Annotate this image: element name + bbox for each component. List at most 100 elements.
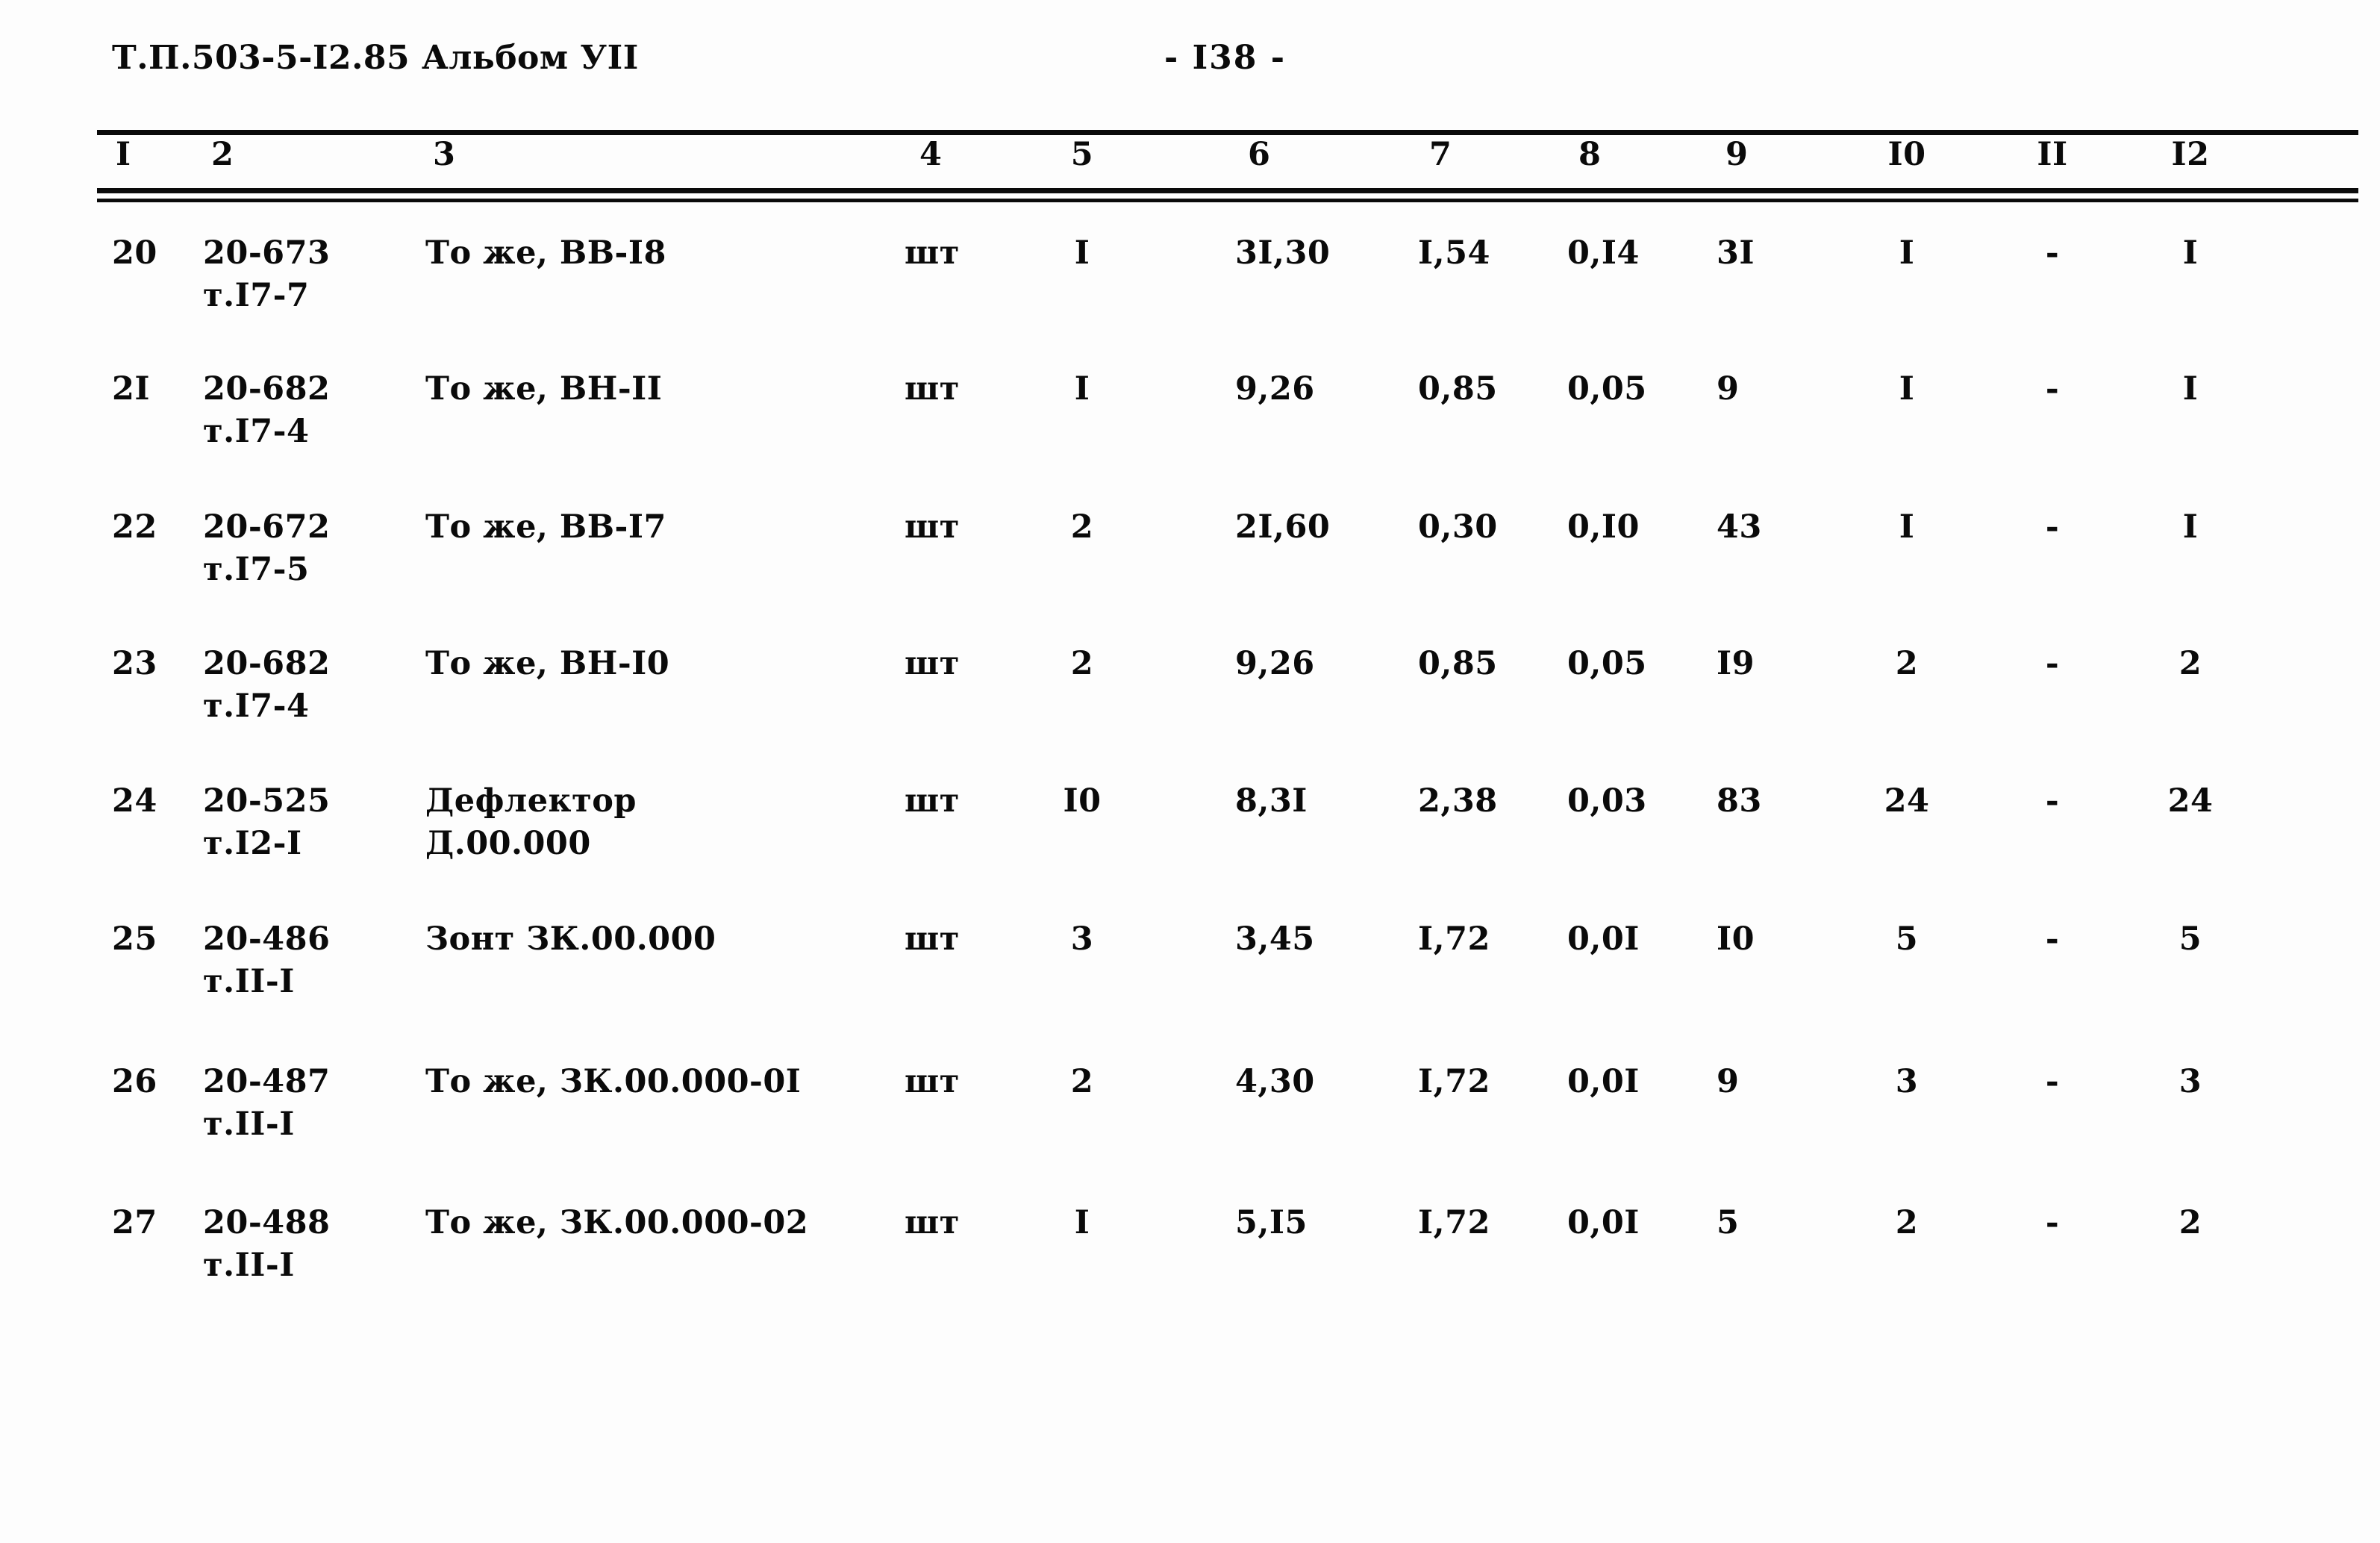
table-row: 2I 20-682 т.I7-4 То же, ВН-II шт I 9,26 0…	[0, 373, 2380, 463]
row-col10: 24	[1884, 782, 1930, 820]
row-col8: 0,03	[1567, 782, 1647, 820]
row-name-line1: То же, ВВ-I7	[425, 508, 666, 546]
row-unit: шт	[905, 1204, 960, 1241]
row-col9: 3I	[1717, 234, 1755, 272]
row-name: То же, ВВ-I8	[425, 237, 888, 280]
row-col11: -	[2045, 920, 2060, 958]
row-col12: I	[2182, 234, 2199, 272]
row-code: 20-525 т.I2-I	[203, 785, 390, 860]
row-col7: I,72	[1418, 1063, 1490, 1100]
row-col8: 0,05	[1567, 645, 1647, 682]
row-col11: -	[2045, 1204, 2060, 1241]
row-name-line1: То же, ВН-I0	[425, 645, 670, 682]
row-code-line1: 20-682	[203, 370, 331, 408]
row-col8: 0,05	[1567, 370, 1647, 408]
row-col10: I	[1899, 370, 1915, 408]
row-qty: 2	[1070, 645, 1094, 682]
document-code: Т.П.503-5-I2.85 Альбом УII	[112, 39, 639, 77]
row-code-line1: 20-525	[203, 782, 331, 820]
row-col10: I	[1899, 508, 1915, 546]
row-col8: 0,0I	[1567, 1204, 1640, 1241]
row-col11: -	[2045, 645, 2060, 682]
row-code-line2: т.I7-4	[203, 688, 310, 725]
row-col6: 8,3I	[1235, 782, 1308, 820]
row-code-line2: т.I2-I	[203, 825, 302, 862]
document-page: Т.П.503-5-I2.85 Альбом УII - I38 - I 2 3…	[0, 0, 2380, 1543]
row-qty: I	[1074, 370, 1090, 408]
row-code: 20-486 т.II-I	[203, 923, 390, 998]
row-col6: 2I,60	[1235, 508, 1331, 546]
row-name-line1: То же, ЗК.00.000-02	[425, 1204, 809, 1241]
table-rule-top	[97, 130, 2358, 135]
column-header-7: 7	[1429, 136, 1452, 173]
row-col10: I	[1899, 234, 1915, 272]
row-number: 27	[112, 1204, 157, 1241]
row-col12: I	[2182, 508, 2199, 546]
row-unit: шт	[905, 645, 960, 682]
row-number: 20	[112, 234, 157, 272]
column-header-3: 3	[433, 136, 456, 173]
row-col11: -	[2045, 508, 2060, 546]
column-header-1: I	[116, 136, 131, 173]
row-col8: 0,0I	[1567, 920, 1640, 958]
column-header-12: I2	[2171, 136, 2210, 173]
row-col11: -	[2045, 370, 2060, 408]
row-col8: 0,I0	[1567, 508, 1640, 546]
row-col9: 9	[1717, 1063, 1740, 1100]
row-col11: -	[2045, 1063, 2060, 1100]
row-number: 22	[112, 508, 157, 546]
row-number: 25	[112, 920, 157, 958]
row-col6: 3I,30	[1235, 234, 1331, 272]
document-header: Т.П.503-5-I2.85 Альбом УII - I38 -	[0, 39, 2380, 84]
row-qty: 2	[1070, 1063, 1094, 1100]
row-qty: 2	[1070, 508, 1094, 546]
table-row: 27 20-488 т.II-I То же, ЗК.00.000-02 шт I…	[0, 1207, 2380, 1297]
row-col12: 5	[2178, 920, 2202, 958]
row-name-line1: То же, ЗК.00.000-0I	[425, 1063, 802, 1100]
row-col7: I,72	[1418, 1204, 1490, 1241]
row-name: То же, ЗК.00.000-02	[425, 1207, 888, 1250]
row-name-line1: То же, ВН-II	[425, 370, 663, 408]
row-col10: 3	[1895, 1063, 1919, 1100]
column-header-11: II	[2037, 136, 2068, 173]
row-name: Дефлектор Д.00.000	[425, 785, 888, 860]
table-row: 25 20-486 т.II-I Зонт ЗК.00.000 шт 3 3,45…	[0, 923, 2380, 1013]
row-name: То же, ЗК.00.000-0I	[425, 1066, 888, 1109]
row-col9: 83	[1717, 782, 1762, 820]
row-col8: 0,I4	[1567, 234, 1640, 272]
row-code-line1: 20-486	[203, 920, 331, 958]
row-col7: 2,38	[1418, 782, 1498, 820]
row-col7: I,54	[1418, 234, 1490, 272]
row-col6: 9,26	[1235, 370, 1315, 408]
row-code-line2: т.II-I	[203, 963, 295, 1000]
row-col9: 9	[1717, 370, 1740, 408]
row-code: 20-682 т.I7-4	[203, 648, 390, 723]
row-code-line2: т.II-I	[203, 1106, 295, 1143]
row-code: 20-488 т.II-I	[203, 1207, 390, 1282]
row-code-line2: т.II-I	[203, 1247, 295, 1284]
table-row: 26 20-487 т.II-I То же, ЗК.00.000-0I шт 2…	[0, 1066, 2380, 1156]
row-unit: шт	[905, 508, 960, 546]
row-unit: шт	[905, 370, 960, 408]
row-col12: I	[2182, 370, 2199, 408]
column-header-2: 2	[211, 136, 234, 173]
row-col10: 5	[1895, 920, 1919, 958]
row-qty: I	[1074, 234, 1090, 272]
row-unit: шт	[905, 1063, 960, 1100]
table-row: 23 20-682 т.I7-4 То же, ВН-I0 шт 2 9,26 0…	[0, 648, 2380, 738]
column-header-8: 8	[1578, 136, 1602, 173]
row-col10: 2	[1895, 645, 1919, 682]
row-qty: 3	[1070, 920, 1094, 958]
row-name-line2: Д.00.000	[425, 825, 591, 862]
column-header-9: 9	[1725, 136, 1749, 173]
table-row: 24 20-525 т.I2-I Дефлектор Д.00.000 шт I0 …	[0, 785, 2380, 875]
row-col12: 24	[2167, 782, 2214, 820]
row-name: То же, ВВ-I7	[425, 511, 888, 554]
row-name: То же, ВН-II	[425, 373, 888, 416]
row-code: 20-672 т.I7-5	[203, 511, 390, 586]
row-qty: I	[1074, 1204, 1090, 1241]
row-number: 26	[112, 1063, 157, 1100]
row-code-line2: т.I7-5	[203, 551, 310, 588]
column-header-10: I0	[1887, 136, 1926, 173]
row-name-line1: То же, ВВ-I8	[425, 234, 666, 272]
